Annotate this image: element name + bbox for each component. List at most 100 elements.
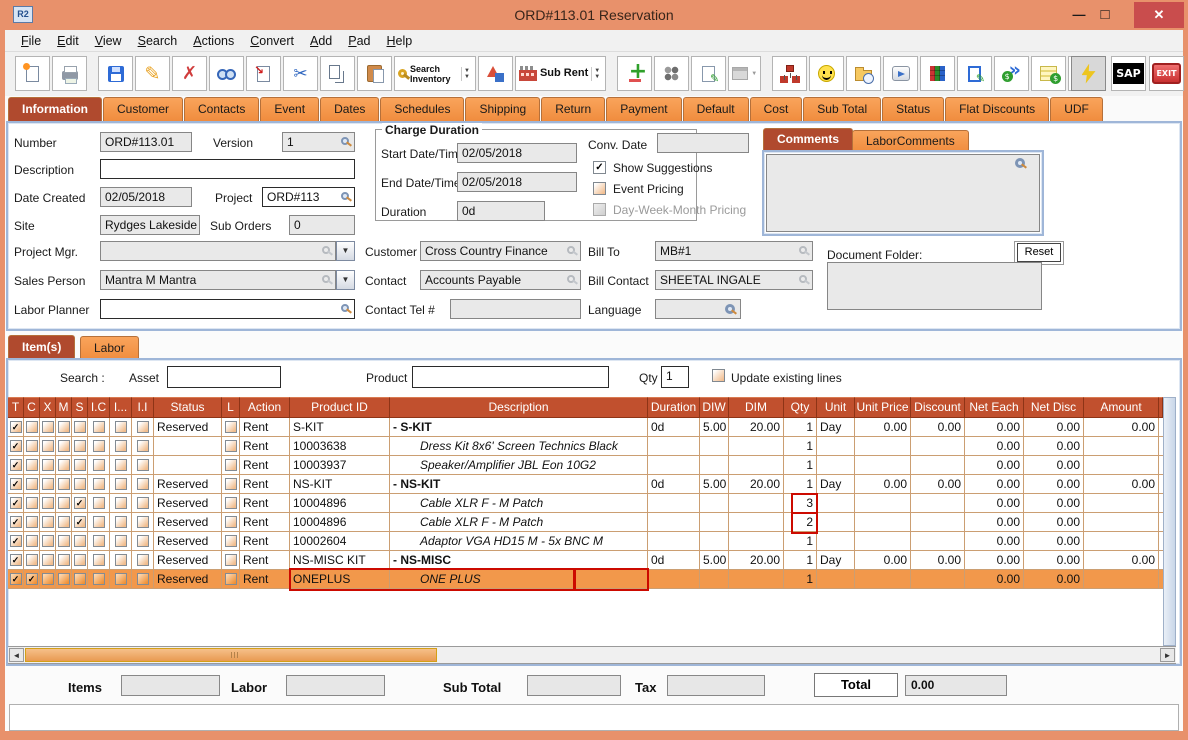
cell-check[interactable] bbox=[110, 475, 132, 494]
cell-check[interactable] bbox=[24, 494, 40, 513]
cell-net-disc[interactable]: 0.00 bbox=[1024, 494, 1084, 513]
cell-duration[interactable] bbox=[648, 437, 700, 456]
cell-unit[interactable] bbox=[817, 456, 855, 475]
cell-check[interactable] bbox=[40, 456, 56, 475]
l-checkbox[interactable] bbox=[224, 516, 237, 528]
cell-qty[interactable]: 1 bbox=[784, 475, 817, 494]
row-checkbox[interactable] bbox=[114, 554, 127, 566]
row-checkbox[interactable] bbox=[114, 573, 127, 585]
cell-check[interactable]: ✓ bbox=[8, 551, 24, 570]
tab-labor[interactable]: Labor bbox=[80, 336, 139, 360]
copy-special-button[interactable] bbox=[246, 56, 281, 91]
table-row[interactable]: ✓ Reserved Rent S-KIT - S-KIT 0d 5.00 20.00 1 Day… bbox=[8, 418, 1166, 437]
exit-button[interactable]: EXIT bbox=[1149, 56, 1184, 91]
cell-net-each[interactable]: 0.00 bbox=[965, 532, 1024, 551]
cell-status[interactable]: Reserved bbox=[154, 418, 222, 437]
row-checkbox[interactable] bbox=[92, 573, 105, 585]
cell-l[interactable] bbox=[222, 513, 240, 532]
cell-check[interactable] bbox=[56, 418, 72, 437]
cell-check[interactable] bbox=[88, 456, 110, 475]
cell-check[interactable] bbox=[132, 551, 154, 570]
cell-discount[interactable] bbox=[911, 532, 965, 551]
document-folder-field[interactable] bbox=[827, 262, 1042, 310]
cell-dim[interactable] bbox=[729, 513, 784, 532]
cell-diw[interactable] bbox=[700, 532, 729, 551]
sales-person-dropdown[interactable] bbox=[336, 270, 355, 290]
cell-check[interactable] bbox=[132, 494, 154, 513]
row-checkbox[interactable] bbox=[25, 440, 38, 452]
magnifier-icon[interactable] bbox=[341, 192, 349, 200]
col-Description[interactable]: Description bbox=[390, 397, 648, 418]
tab-return[interactable]: Return bbox=[541, 97, 606, 121]
cell-check[interactable] bbox=[132, 570, 154, 589]
cell-check[interactable] bbox=[110, 456, 132, 475]
cell-check[interactable] bbox=[40, 513, 56, 532]
smiley-button[interactable] bbox=[809, 56, 845, 91]
cell-net-disc[interactable]: 0.00 bbox=[1024, 532, 1084, 551]
tab-shipping[interactable]: Shipping bbox=[465, 97, 541, 121]
search-inventory-button[interactable]: Search Inventory bbox=[394, 56, 476, 91]
row-checkbox[interactable] bbox=[136, 421, 149, 433]
magnifier-icon[interactable] bbox=[567, 275, 575, 283]
tab-schedules[interactable]: Schedules bbox=[380, 97, 465, 121]
cell-action[interactable]: Rent bbox=[240, 570, 290, 589]
cell-unit[interactable]: Day bbox=[817, 551, 855, 570]
cell-amount[interactable] bbox=[1084, 437, 1159, 456]
col-Product ID[interactable]: Product ID bbox=[290, 397, 390, 418]
row-checkbox[interactable] bbox=[136, 459, 149, 471]
sales-person-field[interactable]: Mantra M Mantra bbox=[100, 270, 336, 290]
cell-check[interactable] bbox=[132, 437, 154, 456]
row-checkbox[interactable] bbox=[136, 440, 149, 452]
l-checkbox[interactable] bbox=[224, 573, 237, 585]
cell-product-id[interactable]: 10002604 bbox=[290, 532, 390, 551]
cell-net-disc[interactable]: 0.00 bbox=[1024, 475, 1084, 494]
col-Action[interactable]: Action bbox=[240, 397, 290, 418]
cell-check[interactable] bbox=[56, 570, 72, 589]
row-checkbox[interactable]: ✓ bbox=[9, 554, 22, 566]
table-row[interactable]: ✓ Rent 10003937 Speaker/Amplifier JBL Eon 1… bbox=[8, 456, 1166, 475]
row-checkbox[interactable]: ✓ bbox=[9, 516, 22, 528]
cell-amount[interactable]: 0.00 bbox=[1084, 418, 1159, 437]
col-L[interactable]: L bbox=[222, 397, 240, 418]
cell-net-disc[interactable]: 0.00 bbox=[1024, 456, 1084, 475]
col-T[interactable]: T bbox=[8, 397, 24, 418]
cell-action[interactable]: Rent bbox=[240, 437, 290, 456]
cell-duration[interactable]: 0d bbox=[648, 418, 700, 437]
tab-items[interactable]: Item(s) bbox=[8, 335, 76, 359]
row-checkbox[interactable] bbox=[41, 554, 54, 566]
cell-duration[interactable] bbox=[648, 494, 700, 513]
start-datetime-field[interactable]: 02/05/2018 bbox=[457, 143, 577, 163]
cell-l[interactable] bbox=[222, 532, 240, 551]
cell-discount[interactable]: 0.00 bbox=[911, 418, 965, 437]
product-input[interactable] bbox=[412, 366, 609, 388]
cell-check[interactable] bbox=[72, 456, 88, 475]
cell-check[interactable] bbox=[40, 494, 56, 513]
row-checkbox[interactable] bbox=[114, 516, 127, 528]
project-mgr-dropdown[interactable] bbox=[336, 241, 355, 261]
title-bar[interactable]: R2 ORD#113.01 Reservation — □ ✕ bbox=[0, 0, 1188, 30]
table-row[interactable]: ✓ ✓ Reserved Rent 10004896 Cable XLR F - M Pa… bbox=[8, 494, 1166, 513]
row-checkbox[interactable]: ✓ bbox=[25, 573, 38, 585]
cell-check[interactable] bbox=[24, 513, 40, 532]
cell-l[interactable] bbox=[222, 475, 240, 494]
col-Unit[interactable]: Unit bbox=[817, 397, 855, 418]
row-checkbox[interactable] bbox=[136, 497, 149, 509]
cell-dim[interactable] bbox=[729, 494, 784, 513]
cell-amount[interactable] bbox=[1084, 513, 1159, 532]
cell-check[interactable] bbox=[88, 532, 110, 551]
cell-check[interactable] bbox=[110, 513, 132, 532]
cell-check[interactable] bbox=[24, 437, 40, 456]
row-checkbox[interactable] bbox=[73, 421, 86, 433]
row-checkbox[interactable] bbox=[41, 535, 54, 547]
cell-description[interactable]: Dress Kit 8x6' Screen Technics Black bbox=[390, 437, 648, 456]
row-checkbox[interactable] bbox=[57, 516, 70, 528]
row-checkbox[interactable] bbox=[114, 459, 127, 471]
notes-button[interactable] bbox=[691, 56, 727, 91]
show-suggestions-checkbox[interactable]: ✓ bbox=[593, 161, 606, 174]
cell-product-id[interactable]: 10003937 bbox=[290, 456, 390, 475]
magnifier-icon[interactable] bbox=[567, 246, 575, 254]
cell-duration[interactable] bbox=[648, 456, 700, 475]
cell-check[interactable] bbox=[56, 513, 72, 532]
cell-action[interactable]: Rent bbox=[240, 418, 290, 437]
cell-check[interactable] bbox=[40, 418, 56, 437]
